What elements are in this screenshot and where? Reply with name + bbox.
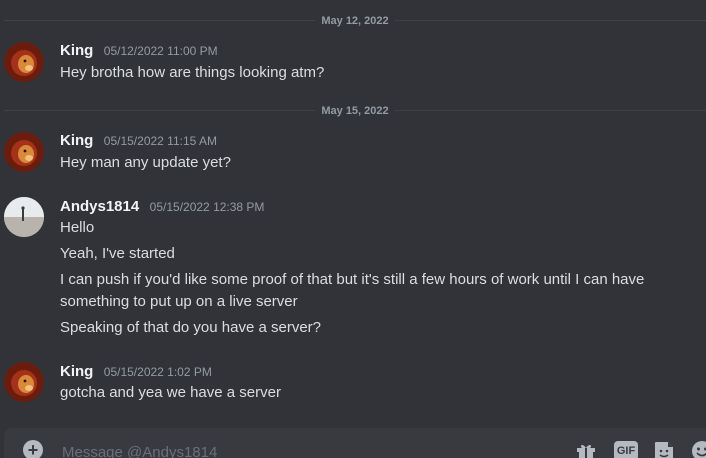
date-divider: May 12, 2022 xyxy=(4,15,706,27)
message-text: I can push if you'd like some proof of t… xyxy=(60,271,645,310)
username[interactable]: King xyxy=(60,42,93,59)
plus-circle-icon[interactable]: + xyxy=(23,440,43,458)
avatar[interactable] xyxy=(4,132,44,172)
gif-icon[interactable]: GIF xyxy=(614,441,638,458)
timestamp: 05/12/2022 11:00 PM xyxy=(103,44,218,58)
lion-avatar-icon xyxy=(4,132,44,172)
lion-avatar-icon xyxy=(4,42,44,82)
avatar[interactable] xyxy=(4,197,44,237)
timestamp: 05/15/2022 1:02 PM xyxy=(103,365,212,379)
message-header: Andys1814 05/15/2022 12:38 PM xyxy=(60,198,264,216)
message-header: King 05/15/2022 1:02 PM xyxy=(60,363,212,381)
emoji-icon[interactable] xyxy=(690,439,706,458)
timestamp: 05/15/2022 11:15 AM xyxy=(103,134,217,148)
date-divider-label: May 12, 2022 xyxy=(315,15,395,27)
message-text: gotcha and yea we have a server xyxy=(60,384,281,401)
message-text: Hello xyxy=(60,219,95,236)
username[interactable]: Andys1814 xyxy=(60,198,139,215)
sticker-icon[interactable] xyxy=(652,439,676,458)
message-composer: + GIF xyxy=(4,428,706,458)
message-header: King 05/12/2022 11:00 PM xyxy=(60,42,218,60)
message-text: Yeah, I've started xyxy=(60,245,175,262)
date-divider-label: May 15, 2022 xyxy=(315,105,395,117)
beach-photo-avatar-icon xyxy=(4,197,44,237)
message-header: King 05/15/2022 11:15 AM xyxy=(60,132,217,150)
avatar[interactable] xyxy=(4,362,44,402)
gift-icon[interactable] xyxy=(574,439,598,458)
chat-window: May 12, 2022 King 05/12/2022 11:00 PM He… xyxy=(0,0,706,458)
username[interactable]: King xyxy=(60,363,93,380)
timestamp: 05/15/2022 12:38 PM xyxy=(149,200,265,214)
date-divider: May 15, 2022 xyxy=(4,105,706,117)
avatar[interactable] xyxy=(4,42,44,82)
message-text: Hey man any update yet? xyxy=(60,154,231,171)
username[interactable]: King xyxy=(60,132,93,149)
message-input[interactable] xyxy=(60,440,544,458)
message-text: Hey brotha how are things looking atm? xyxy=(60,64,325,81)
message-text: Speaking of that do you have a server? xyxy=(60,319,322,336)
lion-avatar-icon xyxy=(4,362,44,402)
